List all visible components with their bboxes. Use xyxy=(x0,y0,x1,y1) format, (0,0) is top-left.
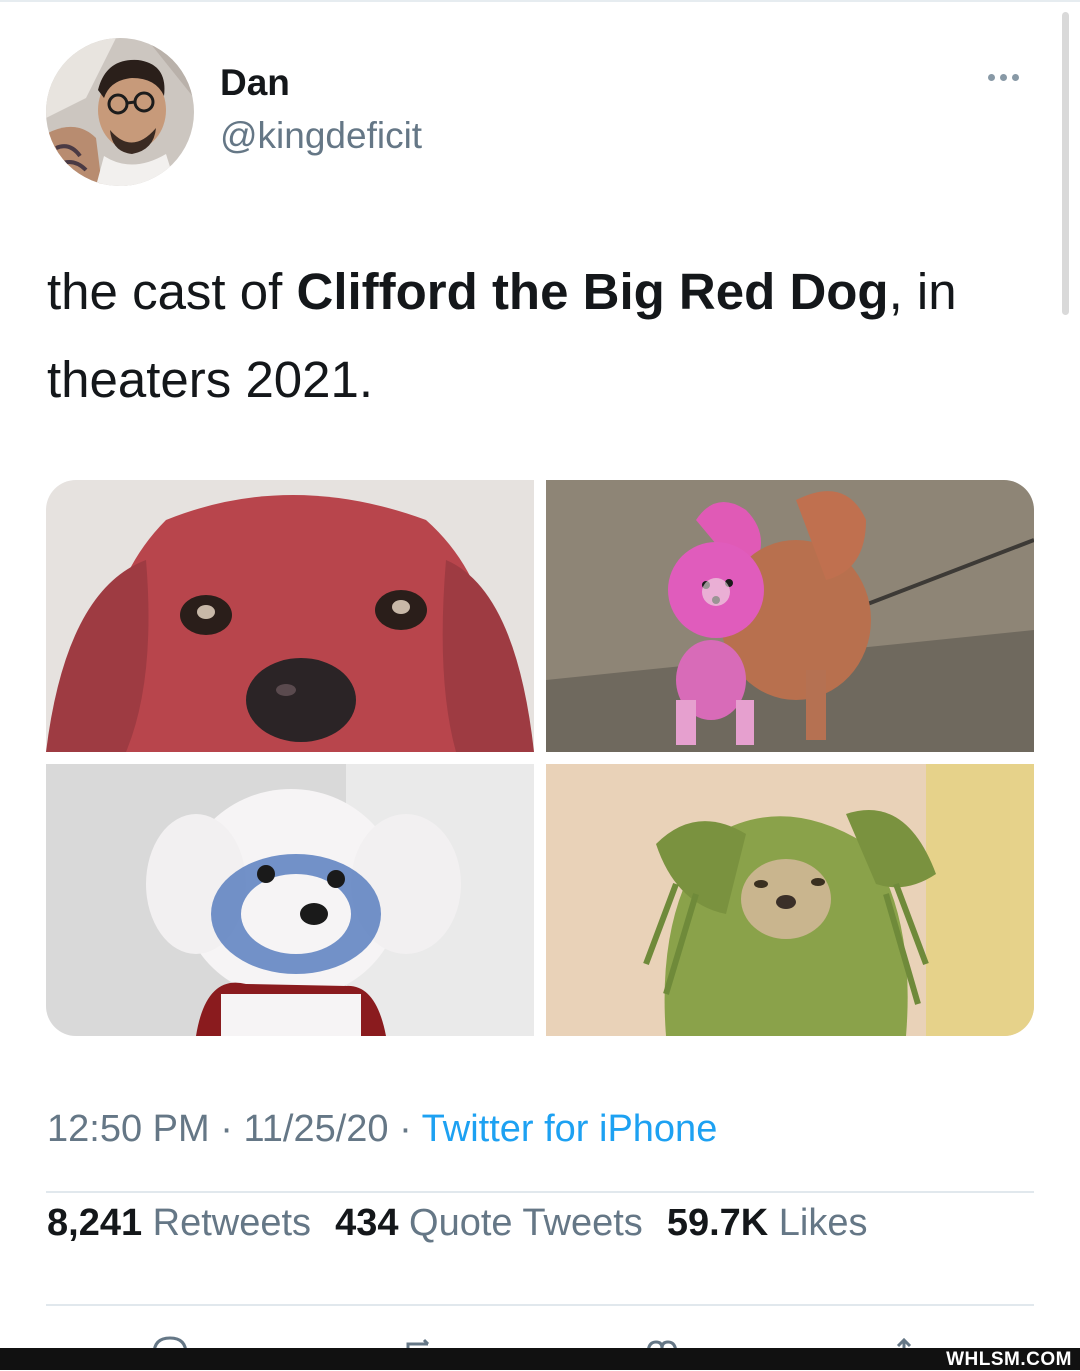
tweet-source-link[interactable]: Twitter for iPhone xyxy=(422,1108,718,1150)
retweets-count: 8,241 xyxy=(47,1202,143,1244)
action-bar xyxy=(0,1320,1080,1354)
tweet-meta: 12:50 PM · 11/25/20 · Twitter for iPhone xyxy=(47,1108,717,1151)
quote-tweets-label: Quote Tweets xyxy=(409,1202,643,1244)
watermark-text: WHLSM.COM xyxy=(946,1349,1072,1370)
divider xyxy=(46,1191,1034,1193)
avatar[interactable] xyxy=(46,38,194,186)
display-name[interactable]: Dan xyxy=(220,62,290,104)
top-border xyxy=(0,0,1080,2)
red-dog-image xyxy=(46,480,534,752)
divider xyxy=(46,1304,1034,1306)
likes-count: 59.7K xyxy=(666,1202,769,1244)
green-dog-image xyxy=(546,764,1034,1036)
watermark-bar xyxy=(0,1348,1080,1370)
meta-separator: · xyxy=(209,1108,244,1150)
tweet-text-bold: Clifford the Big Red Dog xyxy=(296,263,889,320)
tweet-time[interactable]: 12:50 PM xyxy=(47,1108,210,1150)
likes-label: Likes xyxy=(778,1202,868,1244)
media-tile-green-dog[interactable] xyxy=(546,764,1034,1036)
tweet-date[interactable]: 11/25/20 xyxy=(243,1108,388,1150)
engagement-stats: 8,241 Retweets 434 Quote Tweets 59.7K Like… xyxy=(47,1200,892,1246)
media-tile-red-dog[interactable] xyxy=(46,480,534,752)
media-tile-pink-pomeranian[interactable] xyxy=(546,480,1034,752)
quote-tweets-stat[interactable]: 434 Quote Tweets xyxy=(335,1202,643,1244)
user-handle[interactable]: @kingdeficit xyxy=(220,115,422,157)
media-grid xyxy=(46,480,1034,1036)
dot xyxy=(988,74,995,81)
quote-tweets-count: 434 xyxy=(335,1202,399,1244)
dot xyxy=(1000,74,1007,81)
dot xyxy=(1012,74,1019,81)
retweets-stat[interactable]: 8,241 Retweets xyxy=(47,1202,311,1244)
tweet-text: the cast of Clifford the Big Red Dog, in… xyxy=(47,248,1007,424)
profile-photo-icon xyxy=(46,38,194,186)
blue-poodle-image xyxy=(46,764,534,1036)
pink-pomeranian-image xyxy=(546,480,1034,752)
retweets-label: Retweets xyxy=(152,1202,312,1244)
media-tile-blue-poodle[interactable] xyxy=(46,764,534,1036)
likes-stat[interactable]: 59.7K Likes xyxy=(667,1202,868,1244)
more-options-icon[interactable] xyxy=(988,74,1019,81)
tweet-text-part: the cast of xyxy=(47,263,297,320)
meta-separator: · xyxy=(388,1108,422,1150)
scrollbar[interactable] xyxy=(1062,12,1069,315)
